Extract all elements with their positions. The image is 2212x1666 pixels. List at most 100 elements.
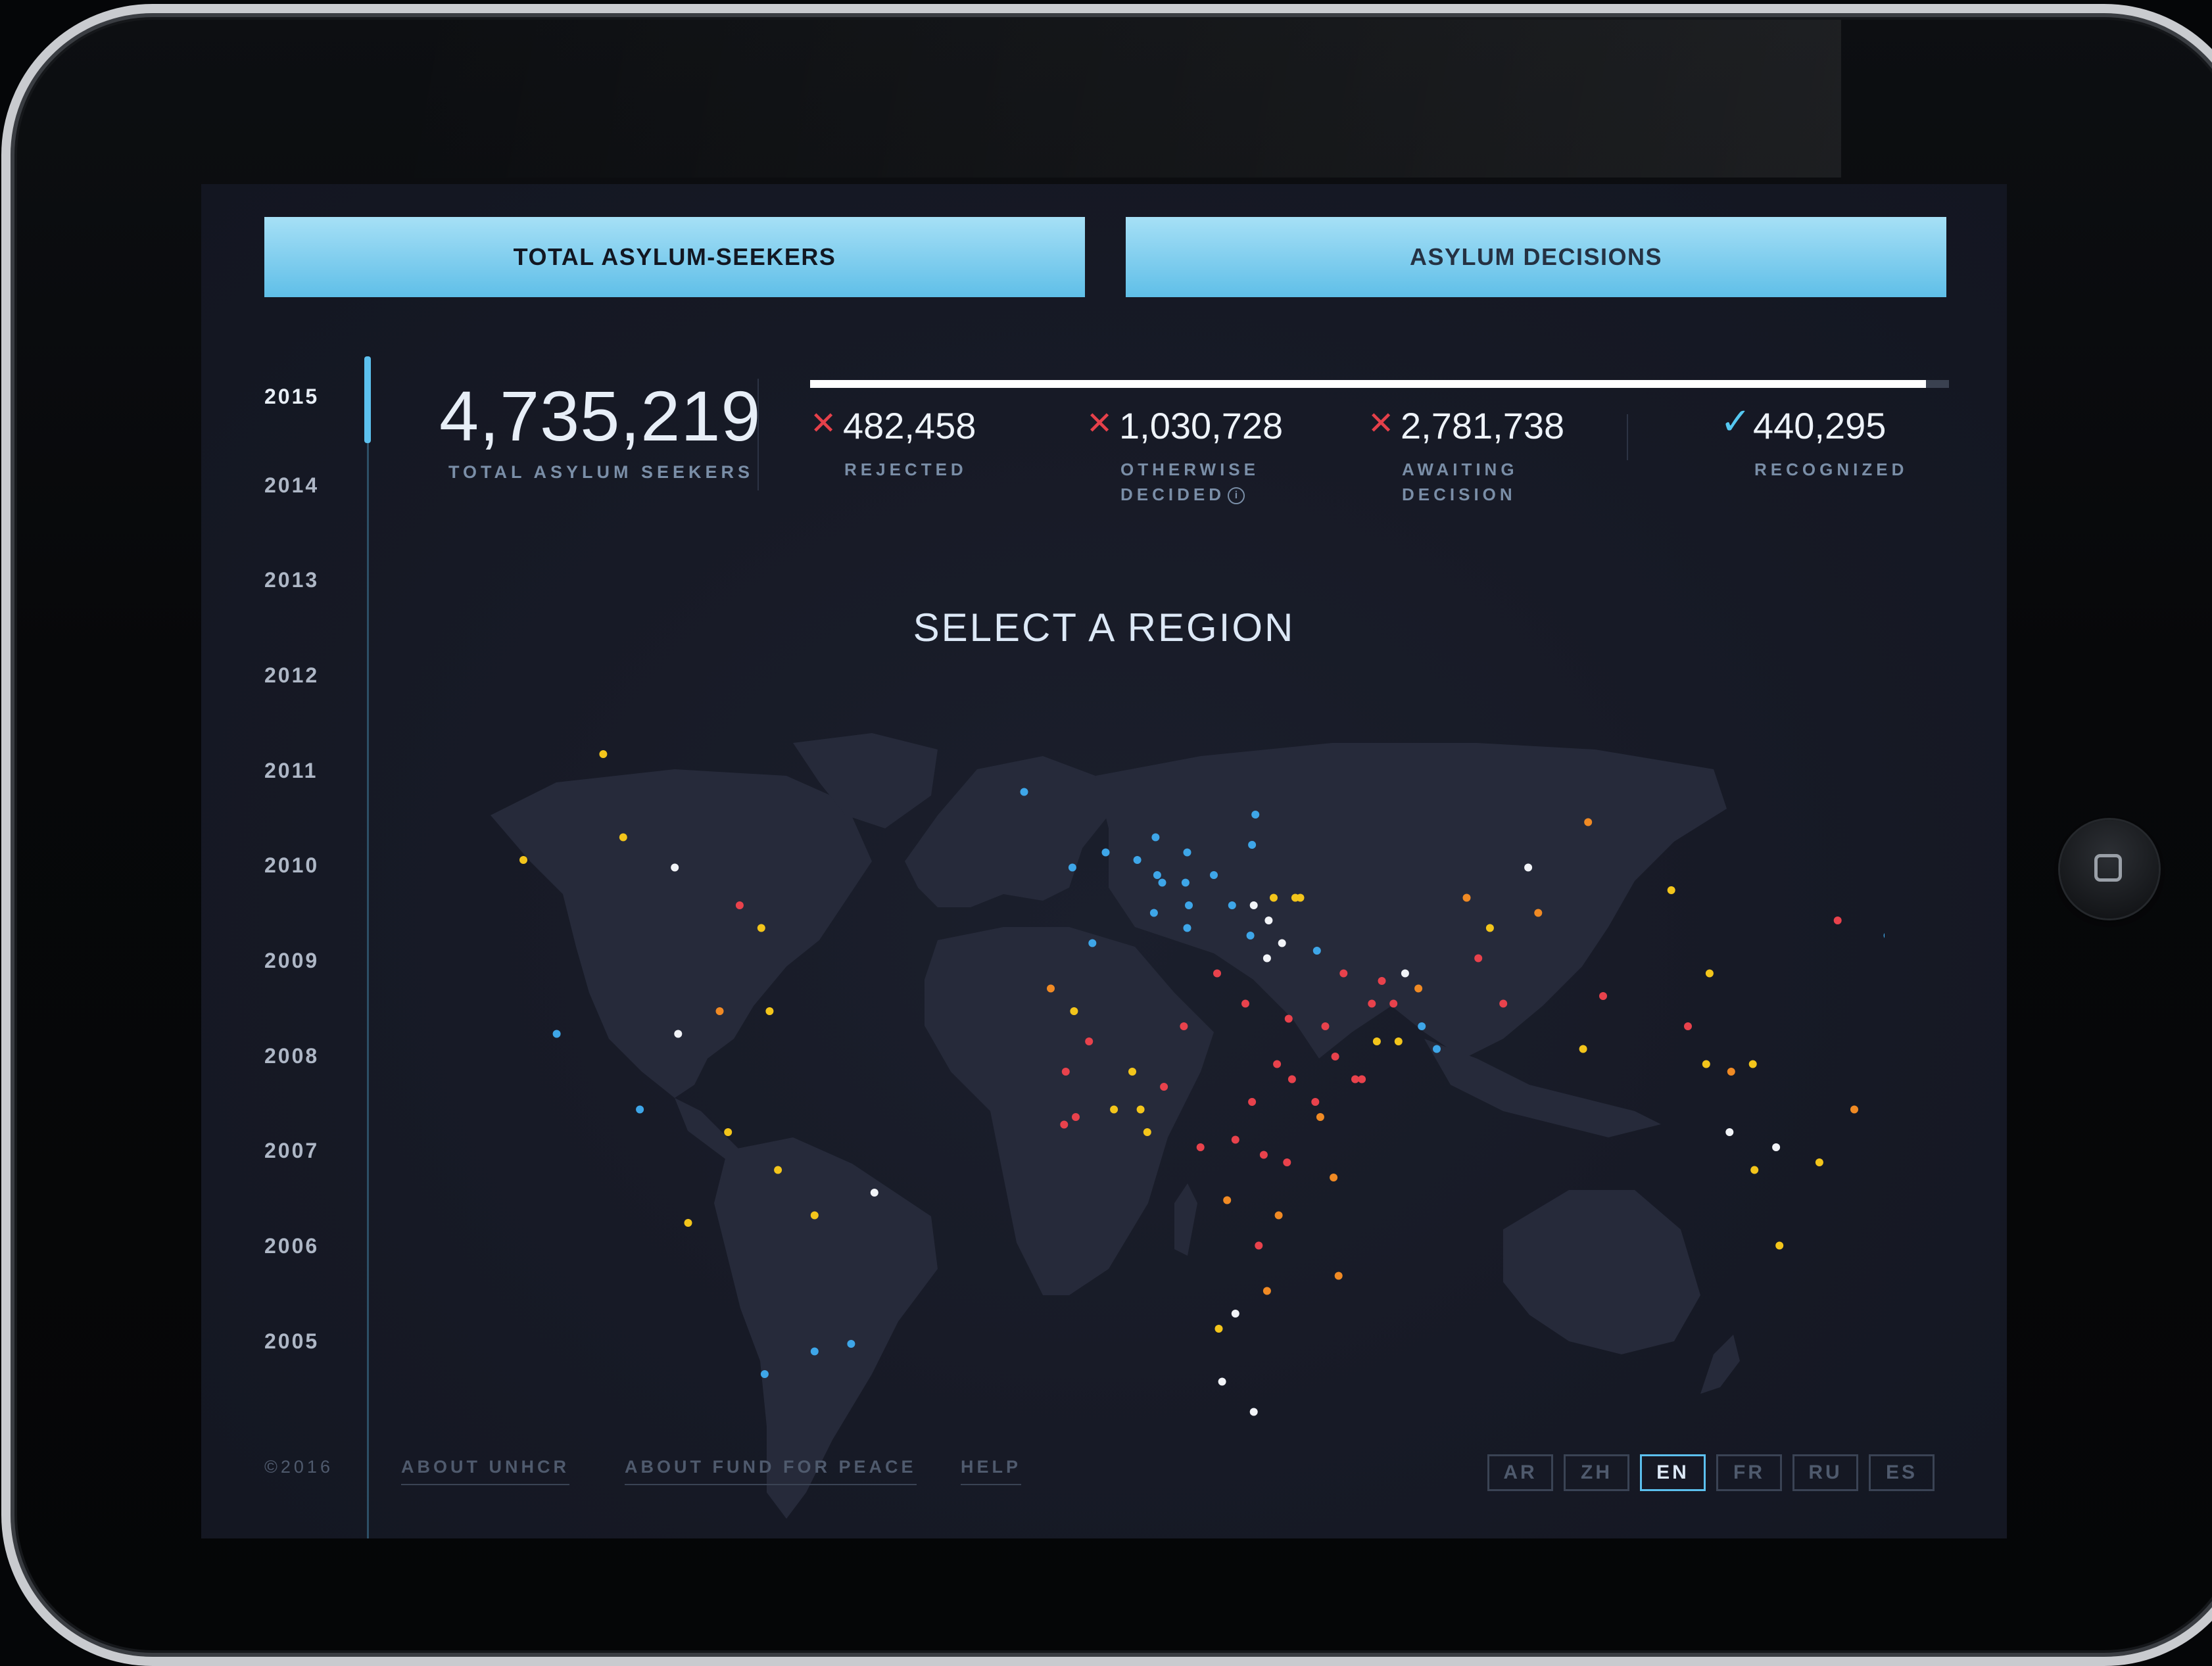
country-dot[interactable] [1246,932,1255,940]
country-dot[interactable] [1149,909,1158,917]
country-dot[interactable] [1158,878,1166,887]
country-dot[interactable] [1101,848,1110,857]
country-dot[interactable] [715,1007,724,1015]
country-dot[interactable] [1072,1113,1080,1121]
about-unhcr-link[interactable]: ABOUT UNHCR [401,1457,569,1485]
country-dot[interactable] [684,1219,692,1227]
europe-landmass[interactable] [905,756,1109,907]
year-2014[interactable]: 2014 [264,473,319,498]
year-2009[interactable]: 2009 [264,949,319,973]
country-dot[interactable] [1136,1105,1145,1114]
country-dot[interactable] [1418,1022,1426,1030]
year-2007[interactable]: 2007 [264,1139,319,1163]
country-dot[interactable] [1684,1022,1692,1030]
africa-landmass[interactable] [925,927,1214,1295]
country-dot[interactable] [1259,1151,1268,1159]
lang-ar[interactable]: AR [1487,1454,1553,1491]
country-dot[interactable] [1185,901,1193,909]
country-dot[interactable] [1110,1105,1118,1114]
year-2012[interactable]: 2012 [264,663,319,688]
country-dot[interactable] [757,924,765,932]
country-dot[interactable] [1727,1068,1735,1076]
country-dot[interactable] [1020,788,1028,796]
country-dot[interactable] [1061,1068,1070,1076]
country-dot[interactable] [1249,1408,1258,1416]
country-dot[interactable] [1368,999,1376,1008]
country-dot[interactable] [1599,992,1607,1000]
home-button[interactable] [2060,820,2159,918]
country-dot[interactable] [1283,1158,1291,1166]
country-dot[interactable] [1060,1120,1069,1129]
year-2006[interactable]: 2006 [264,1234,319,1258]
country-dot[interactable] [1196,1143,1205,1151]
country-dot[interactable] [1850,1105,1858,1114]
country-dot[interactable] [1358,1075,1366,1083]
country-dot[interactable] [1047,984,1055,993]
country-dot[interactable] [735,901,744,909]
madagascar-landmass[interactable] [1174,1183,1197,1256]
country-dot[interactable] [1274,1211,1283,1220]
country-dot[interactable] [1180,1022,1188,1030]
country-dot[interactable] [1499,999,1508,1008]
country-dot[interactable] [519,856,527,864]
country-dot[interactable] [1287,1075,1296,1083]
country-dot[interactable] [760,1370,769,1378]
country-dot[interactable] [1214,1325,1223,1333]
country-dot[interactable] [1725,1128,1734,1136]
lang-en[interactable]: EN [1640,1454,1706,1491]
country-dot[interactable] [1270,893,1278,902]
country-dot[interactable] [1389,999,1398,1008]
new-zealand-landmass[interactable] [1700,1335,1740,1394]
country-dot[interactable] [1151,833,1160,842]
country-dot[interactable] [810,1347,819,1356]
lang-fr[interactable]: FR [1716,1454,1782,1491]
country-dot[interactable] [870,1189,878,1197]
year-timeline-track[interactable] [367,356,369,1538]
country-dot[interactable] [1153,871,1161,879]
country-dot[interactable] [1255,1241,1263,1250]
country-dot[interactable] [1433,1045,1441,1053]
country-dot[interactable] [1228,901,1236,909]
country-dot[interactable] [1296,893,1305,902]
info-icon[interactable]: i [1228,487,1245,505]
country-dot[interactable] [1667,886,1675,894]
country-dot[interactable] [1068,863,1076,872]
country-dot[interactable] [1133,856,1142,864]
year-2013[interactable]: 2013 [264,568,319,592]
country-dot[interactable] [1339,969,1348,978]
country-dot[interactable] [1378,977,1386,985]
country-dot[interactable] [1748,1060,1757,1068]
australia-landmass[interactable] [1503,1190,1700,1354]
country-dot[interactable] [1772,1143,1781,1151]
country-dot[interactable] [1218,1377,1226,1386]
country-dot[interactable] [619,833,627,842]
country-dot[interactable] [1241,999,1249,1008]
country-dot[interactable] [1262,1287,1271,1295]
world-map[interactable] [477,730,1885,1538]
country-dot[interactable] [1284,1014,1293,1023]
country-dot[interactable] [1251,811,1260,819]
se-asia-landmass[interactable] [1424,1039,1661,1137]
country-dot[interactable] [1213,969,1221,978]
country-dot[interactable] [1312,947,1321,955]
year-2015[interactable]: 2015 [264,385,319,409]
country-dot[interactable] [1248,1098,1257,1106]
country-dot[interactable] [1316,1113,1324,1121]
country-dot[interactable] [1231,1135,1239,1144]
country-dot[interactable] [1249,901,1258,909]
year-2011[interactable]: 2011 [264,759,318,783]
country-dot[interactable] [1401,969,1409,978]
country-dot[interactable] [765,1007,774,1015]
country-dot[interactable] [1278,939,1286,947]
lang-ru[interactable]: RU [1792,1454,1858,1491]
country-dot[interactable] [1143,1128,1151,1136]
year-2010[interactable]: 2010 [264,853,319,878]
country-dot[interactable] [1334,1272,1343,1280]
tab-asylum-decisions[interactable]: ASYLUM DECISIONS [1126,217,1946,297]
country-dot[interactable] [1883,932,1885,940]
country-dot[interactable] [1833,916,1842,924]
country-dot[interactable] [810,1211,819,1220]
tab-total-asylum-seekers[interactable]: TOTAL ASYLUM-SEEKERS [264,217,1085,297]
country-dot[interactable] [1321,1022,1330,1030]
country-dot[interactable] [1702,1060,1710,1068]
